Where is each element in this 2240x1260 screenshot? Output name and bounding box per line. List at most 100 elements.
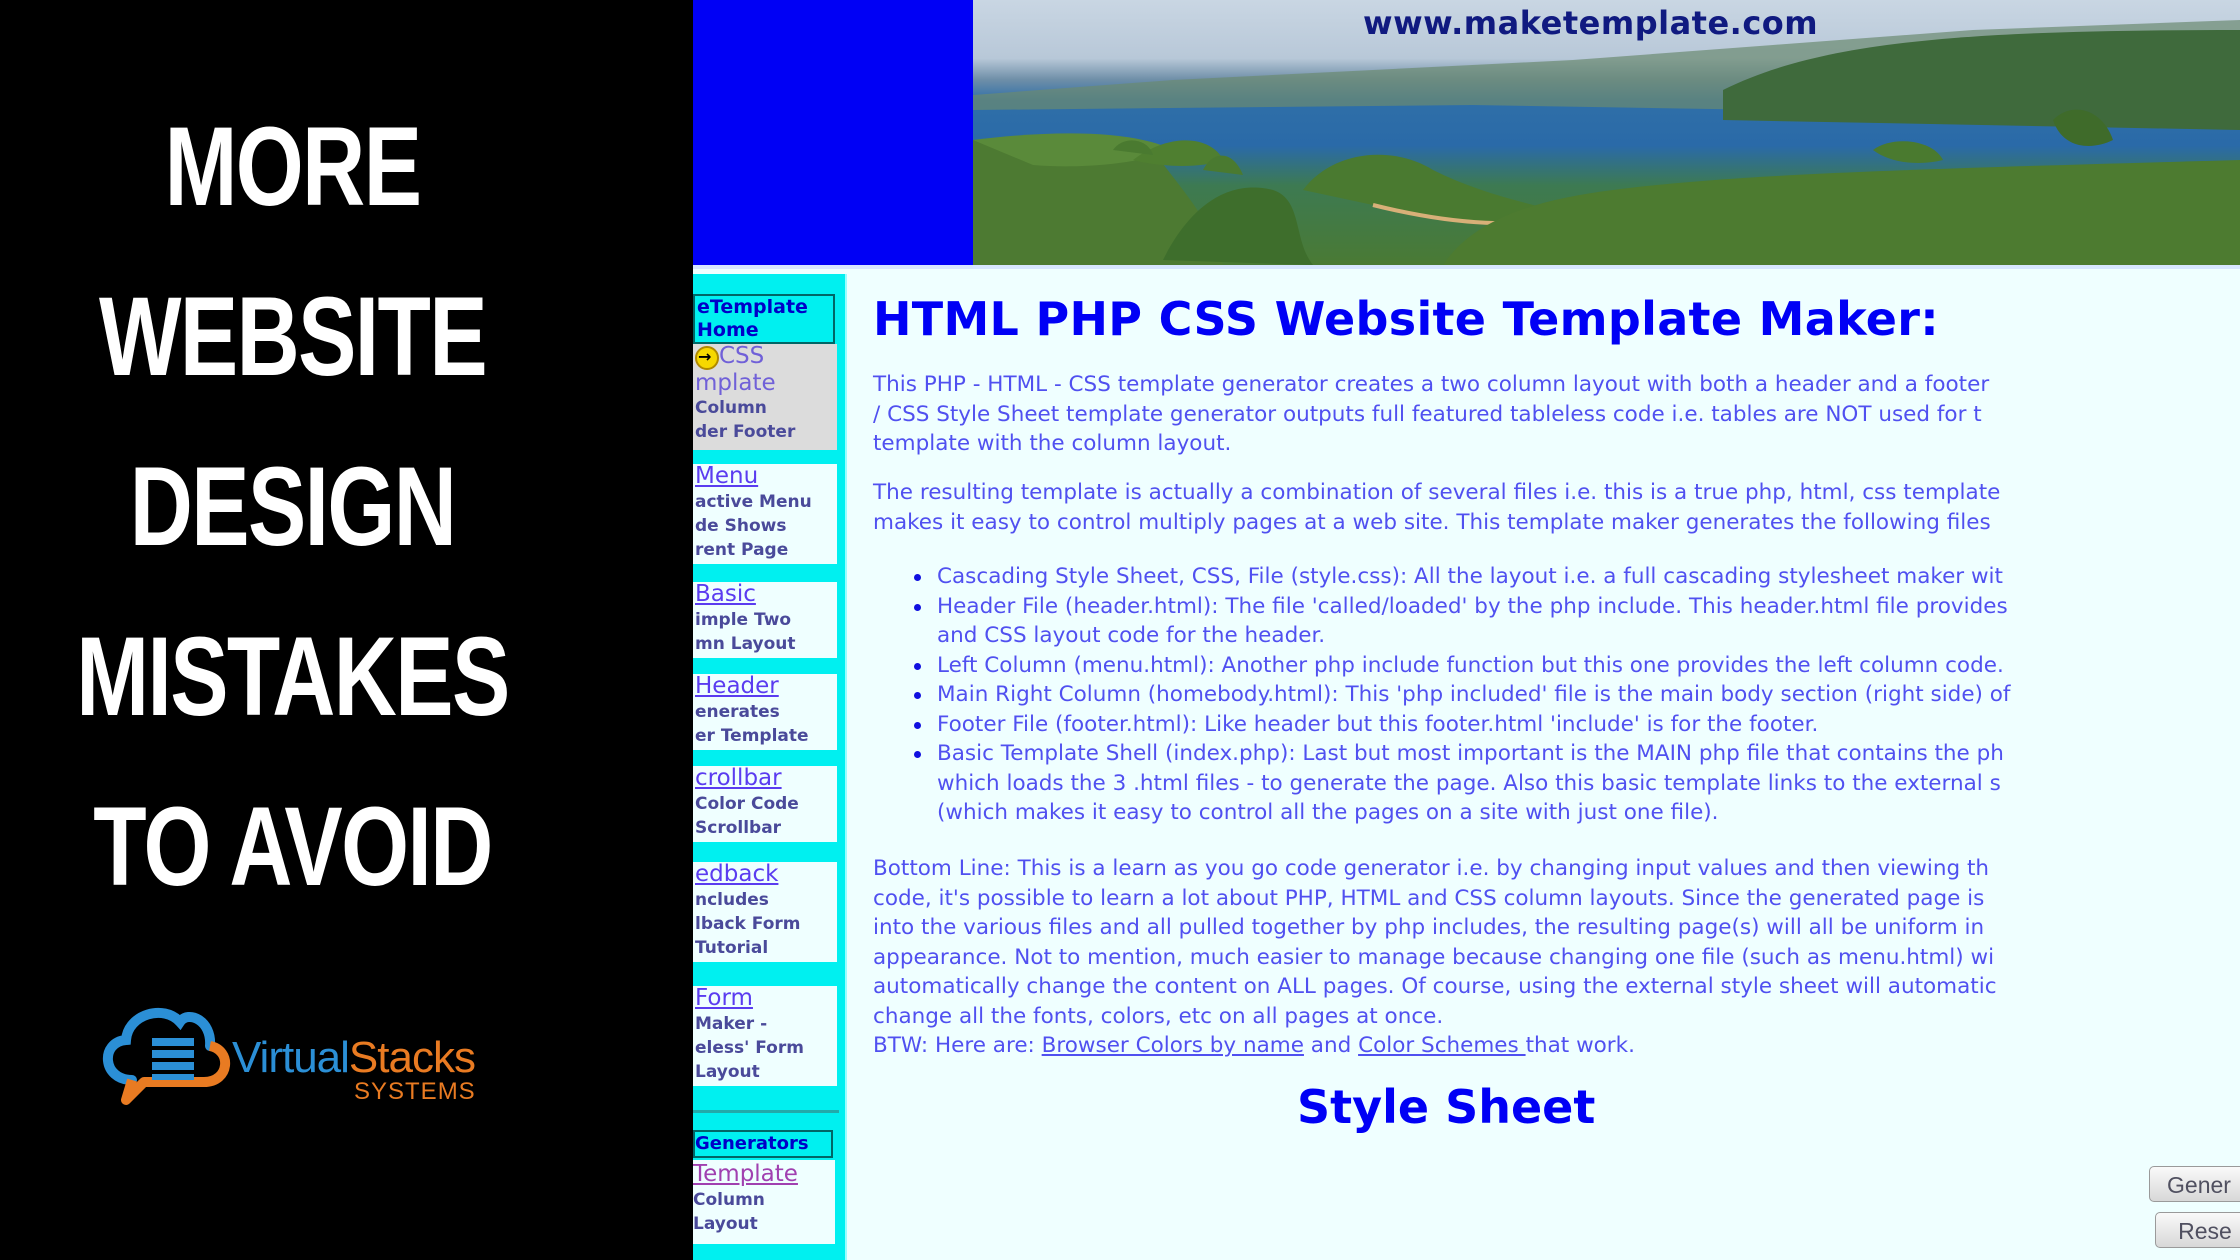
btw-line: BTW: Here are: Browser Colors by name an… bbox=[873, 1031, 1997, 1061]
text-line: Cascading Style Sheet, CSS, File (style.… bbox=[937, 564, 2003, 589]
style-sheet-heading: Style Sheet bbox=[1297, 1080, 1596, 1134]
sidebar-item-link[interactable]: Template bbox=[693, 1160, 835, 1188]
sidebar-item-desc: eless' Form bbox=[695, 1038, 804, 1058]
sidebar-item-link[interactable]: mplate bbox=[695, 370, 837, 396]
sidebar-item-desc: rent Page bbox=[695, 540, 789, 560]
sidebar-divider bbox=[693, 1110, 839, 1113]
sidebar-item-desc: Layout bbox=[693, 1214, 758, 1234]
generate-button[interactable]: Gener bbox=[2149, 1166, 2240, 1202]
text-line: code, it's possible to learn a lot about… bbox=[873, 885, 1985, 911]
text-line: Left Column (menu.html): Another php inc… bbox=[937, 652, 2004, 678]
files-list: Cascading Style Sheet, CSS, File (style.… bbox=[914, 562, 2011, 828]
sidebar-item-desc: der Footer bbox=[695, 422, 796, 442]
sidebar-item-desc: mn Layout bbox=[695, 634, 796, 654]
promo-title-line: DESIGN bbox=[129, 444, 457, 569]
sidebar-item-desc: enerates bbox=[695, 702, 780, 722]
text-line: which loads the 3 .html files - to gener… bbox=[937, 770, 2001, 796]
sidebar-item-desc: er Template bbox=[695, 726, 809, 746]
bottom-line-paragraph: Bottom Line: This is a learn as you go c… bbox=[873, 854, 1997, 1061]
header-divider bbox=[693, 265, 2240, 269]
list-item: Footer File (footer.html): Like header b… bbox=[914, 710, 2011, 740]
reset-button[interactable]: Rese bbox=[2155, 1212, 2240, 1248]
browser-colors-link[interactable]: Browser Colors by name bbox=[1042, 1033, 1304, 1058]
color-schemes-link[interactable]: Color Schemes bbox=[1358, 1033, 1526, 1058]
text-line: This PHP - HTML - CSS template generator… bbox=[873, 372, 1990, 397]
sidebar-item-desc: Column bbox=[695, 398, 767, 418]
sidebar-item-link[interactable]: Menu bbox=[695, 464, 758, 489]
sidebar-item-feedback[interactable]: edback ncludes lback Form Tutorial bbox=[693, 862, 837, 962]
files-paragraph: The resulting template is actually a com… bbox=[873, 478, 2000, 537]
sidebar-item-desc: Layout bbox=[695, 1062, 760, 1082]
sidebar-item-desc: Maker - bbox=[695, 1014, 768, 1034]
sidebar-item-menu[interactable]: Menu active Menu de Shows rent Page bbox=[693, 464, 837, 564]
text-line: template with the column layout. bbox=[873, 431, 1232, 456]
text-line: Basic Template Shell (index.php): Last b… bbox=[937, 741, 2004, 766]
header-banner: www.maketemplate.com bbox=[973, 0, 2240, 265]
cloud-server-icon bbox=[103, 1008, 231, 1105]
website-screenshot: www.maketemplate.com eTemplate Home CSS … bbox=[693, 0, 2240, 1260]
promo-title-line: TO AVOID bbox=[93, 784, 493, 909]
sidebar-item-link[interactable]: edback bbox=[695, 862, 778, 887]
sidebar-item-header[interactable]: Header enerates er Template bbox=[693, 674, 837, 750]
text-line: Main Right Column (homebody.html): This … bbox=[937, 682, 2011, 707]
text-line: The resulting template is actually a com… bbox=[873, 480, 2001, 505]
text-line: appearance. Not to mention, much easier … bbox=[873, 944, 1995, 970]
virtualstacks-logo: VirtualStacks SYSTEMS bbox=[92, 1000, 512, 1110]
text-line: automatically change the content on ALL … bbox=[873, 974, 1997, 999]
text-line: into the various files and all pulled to… bbox=[873, 915, 1985, 940]
sidebar-item-css-template[interactable]: CSS mplate Column der Footer bbox=[693, 344, 837, 450]
sidebar-generators-header: Generators bbox=[693, 1130, 833, 1158]
text-line: (which makes it easy to control all the … bbox=[937, 800, 1719, 825]
sidebar-item-desc: ncludes bbox=[695, 890, 769, 910]
sidebar-item-form[interactable]: Form Maker - eless' Form Layout bbox=[693, 986, 837, 1086]
sidebar-item-desc: lback Form bbox=[695, 914, 801, 934]
sidebar-item-scrollbar[interactable]: crollbar Color Code Scrollbar bbox=[693, 766, 837, 842]
text-line: Header File (header.html): The file 'cal… bbox=[937, 593, 2008, 619]
sidebar-item-desc: de Shows bbox=[695, 516, 787, 536]
logo-word-stacks: Stacks bbox=[348, 1033, 476, 1082]
list-item: Header File (header.html): The file 'cal… bbox=[914, 592, 2011, 651]
sidebar-item-desc: Column bbox=[693, 1190, 765, 1210]
text-line: Footer File (footer.html): Like header b… bbox=[937, 711, 1819, 737]
btw-middle: and bbox=[1303, 1033, 1359, 1058]
btw-suffix: that work. bbox=[1525, 1033, 1635, 1058]
sidebar-item-desc: Scrollbar bbox=[695, 818, 782, 838]
sidebar-item-link[interactable]: crollbar bbox=[695, 766, 782, 791]
logo-wordmark: VirtualStacks bbox=[232, 1033, 476, 1082]
logo-word-virtual: Virtual bbox=[232, 1033, 350, 1082]
sidebar-item-generator-template[interactable]: Template Column Layout bbox=[693, 1160, 835, 1244]
sidebar-item-link[interactable]: Header bbox=[695, 674, 779, 699]
promo-title: MORE WEBSITE DESIGN MISTAKES TO AVOID bbox=[0, 82, 585, 932]
sidebar-item-link[interactable]: Basic bbox=[695, 582, 756, 607]
sidebar-header-home[interactable]: eTemplate Home bbox=[693, 294, 835, 344]
promo-title-line: MORE bbox=[164, 104, 422, 229]
header-blue-block bbox=[693, 0, 973, 265]
list-item: Main Right Column (homebody.html): This … bbox=[914, 680, 2011, 710]
promo-title-line: WEBSITE bbox=[98, 274, 488, 399]
sidebar-header-line: Home bbox=[697, 319, 759, 341]
text-line: change all the fonts, colors, etc on all… bbox=[873, 1003, 1444, 1029]
sidebar-item-link[interactable]: CSS bbox=[719, 344, 764, 369]
btw-prefix: BTW: Here are: bbox=[873, 1033, 1042, 1058]
sidebar-item-link[interactable]: Form bbox=[695, 986, 753, 1011]
promo-title-line: MISTAKES bbox=[76, 614, 510, 739]
promo-panel: MORE WEBSITE DESIGN MISTAKES TO AVOID Vi… bbox=[0, 0, 693, 1260]
sidebar-item-basic[interactable]: Basic imple Two mn Layout bbox=[693, 582, 837, 658]
sidebar-header-line: eTemplate bbox=[697, 296, 808, 318]
text-line: and CSS layout code for the header. bbox=[937, 623, 1326, 648]
text-line: / CSS Style Sheet template generator out… bbox=[873, 401, 1982, 427]
current-page-arrow-icon bbox=[695, 344, 719, 370]
banner-site-url: www.maketemplate.com bbox=[1363, 4, 1819, 42]
text-line: Bottom Line: This is a learn as you go c… bbox=[873, 856, 1989, 881]
sidebar-item-desc: imple Two bbox=[695, 610, 792, 630]
logo-subtitle: SYSTEMS bbox=[354, 1078, 476, 1105]
intro-paragraph: This PHP - HTML - CSS template generator… bbox=[873, 370, 1989, 459]
list-item: Left Column (menu.html): Another php inc… bbox=[914, 651, 2011, 681]
sidebar-item-desc: active Menu bbox=[695, 492, 812, 512]
sidebar-item-desc: Tutorial bbox=[695, 938, 769, 958]
sidebar-item-desc: Color Code bbox=[695, 794, 799, 814]
list-item: Basic Template Shell (index.php): Last b… bbox=[914, 739, 2011, 828]
list-item: Cascading Style Sheet, CSS, File (style.… bbox=[914, 562, 2011, 592]
page-title: HTML PHP CSS Website Template Maker: bbox=[873, 292, 1939, 346]
text-line: makes it easy to control multiply pages … bbox=[873, 509, 1991, 535]
